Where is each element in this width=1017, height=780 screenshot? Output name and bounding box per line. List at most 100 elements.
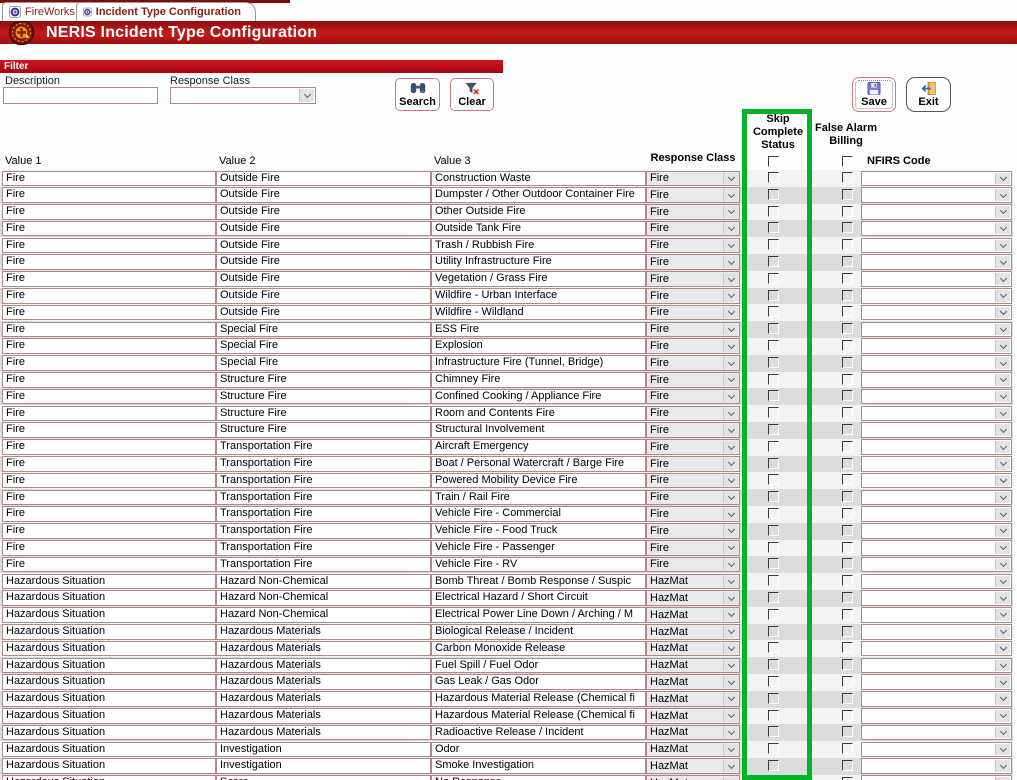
nfirs-code-select[interactable] — [861, 506, 1012, 522]
chevron-down-icon[interactable] — [723, 559, 738, 571]
nfirs-code-select[interactable] — [861, 355, 1012, 371]
response-class-select[interactable]: HazMat — [646, 691, 740, 707]
chevron-down-icon[interactable] — [723, 542, 738, 554]
value1-field[interactable]: Hazardous Situation — [2, 708, 216, 724]
false-alarm-checkbox[interactable] — [842, 726, 853, 737]
response-class-select[interactable]: Fire — [646, 439, 740, 455]
nfirs-code-select[interactable] — [861, 490, 1012, 506]
chevron-down-icon[interactable] — [723, 340, 738, 352]
nfirs-code-select[interactable] — [861, 389, 1012, 405]
description-input[interactable] — [3, 87, 158, 104]
chevron-down-icon[interactable] — [723, 475, 738, 487]
nfirs-code-select[interactable] — [861, 557, 1012, 573]
skip-complete-checkbox[interactable] — [768, 659, 779, 670]
nfirs-code-select[interactable] — [861, 708, 1012, 724]
value2-field[interactable]: Hazardous Materials — [216, 691, 431, 707]
chevron-down-icon[interactable] — [995, 223, 1010, 235]
nfirs-code-select[interactable] — [861, 691, 1012, 707]
false-alarm-checkbox[interactable] — [842, 374, 853, 385]
value2-field[interactable]: Hazard Non-Chemical — [216, 574, 431, 590]
nfirs-code-select[interactable] — [861, 422, 1012, 438]
value1-field[interactable]: Fire — [2, 540, 216, 556]
value3-field[interactable]: Dumpster / Other Outdoor Container Fire — [431, 187, 646, 203]
value2-field[interactable]: Scare — [216, 775, 431, 780]
chevron-down-icon[interactable] — [723, 676, 738, 688]
response-class-select[interactable]: Fire — [646, 171, 740, 187]
value1-field[interactable]: Hazardous Situation — [2, 775, 216, 780]
skip-complete-checkbox[interactable] — [768, 441, 779, 452]
value1-field[interactable]: Fire — [2, 523, 216, 539]
value1-field[interactable]: Fire — [2, 338, 216, 354]
response-class-select[interactable]: HazMat — [646, 708, 740, 724]
false-alarm-checkbox[interactable] — [842, 256, 853, 267]
chevron-down-icon[interactable] — [723, 273, 738, 285]
chevron-down-icon[interactable] — [995, 189, 1010, 201]
value1-field[interactable]: Fire — [2, 557, 216, 573]
value3-field[interactable]: ESS Fire — [431, 322, 646, 338]
nfirs-code-select[interactable] — [861, 171, 1012, 187]
chevron-down-icon[interactable] — [995, 592, 1010, 604]
value3-field[interactable]: Infrastructure Fire (Tunnel, Bridge) — [431, 355, 646, 371]
skip-complete-checkbox[interactable] — [768, 424, 779, 435]
value3-field[interactable]: Wildfire - Urban Interface — [431, 288, 646, 304]
chevron-down-icon[interactable] — [995, 173, 1010, 185]
response-class-select[interactable]: Fire — [646, 305, 740, 321]
value2-field[interactable]: Special Fire — [216, 322, 431, 338]
skip-complete-checkbox[interactable] — [768, 458, 779, 469]
value2-field[interactable]: Structure Fire — [216, 422, 431, 438]
value3-field[interactable]: Chimney Fire — [431, 372, 646, 388]
chevron-down-icon[interactable] — [723, 508, 738, 520]
false-alarm-checkbox[interactable] — [842, 642, 853, 653]
false-alarm-checkbox[interactable] — [842, 760, 853, 771]
value1-field[interactable]: Hazardous Situation — [2, 658, 216, 674]
value1-field[interactable]: Hazardous Situation — [2, 742, 216, 758]
value1-field[interactable]: Fire — [2, 406, 216, 422]
value3-field[interactable]: Construction Waste — [431, 171, 646, 187]
false-alarm-checkbox[interactable] — [842, 357, 853, 368]
chevron-down-icon[interactable] — [723, 626, 738, 638]
chevron-down-icon[interactable] — [723, 609, 738, 621]
nfirs-code-select[interactable] — [861, 288, 1012, 304]
chevron-down-icon[interactable] — [995, 374, 1010, 386]
value1-field[interactable]: Fire — [2, 456, 216, 472]
false-alarm-checkbox[interactable] — [842, 743, 853, 754]
value3-field[interactable]: Vehicle Fire - Passenger — [431, 540, 646, 556]
value2-field[interactable]: Outside Fire — [216, 171, 431, 187]
false-alarm-checkbox[interactable] — [842, 222, 853, 233]
false-alarm-checkbox[interactable] — [842, 323, 853, 334]
chevron-down-icon[interactable] — [995, 273, 1010, 285]
chevron-down-icon[interactable] — [995, 710, 1010, 722]
chevron-down-icon[interactable] — [723, 576, 738, 588]
response-class-select[interactable]: Fire — [646, 490, 740, 506]
value3-field[interactable]: Train / Rail Fire — [431, 490, 646, 506]
value2-field[interactable]: Outside Fire — [216, 204, 431, 220]
chevron-down-icon[interactable] — [723, 727, 738, 739]
chevron-down-icon[interactable] — [723, 357, 738, 369]
value2-field[interactable]: Transportation Fire — [216, 456, 431, 472]
nfirs-code-select[interactable] — [861, 725, 1012, 741]
skip-complete-checkbox[interactable] — [768, 474, 779, 485]
value1-field[interactable]: Fire — [2, 372, 216, 388]
chevron-down-icon[interactable] — [995, 307, 1010, 319]
false-alarm-checkbox[interactable] — [842, 693, 853, 704]
response-class-select[interactable]: Fire — [646, 523, 740, 539]
chevron-down-icon[interactable] — [723, 256, 738, 268]
nfirs-code-select[interactable] — [861, 523, 1012, 539]
nfirs-code-select[interactable] — [861, 775, 1012, 780]
skip-complete-checkbox[interactable] — [768, 676, 779, 687]
value3-field[interactable]: Wildfire - Wildland — [431, 305, 646, 321]
nfirs-code-select[interactable] — [861, 456, 1012, 472]
value1-field[interactable]: Fire — [2, 221, 216, 237]
skip-complete-checkbox[interactable] — [768, 206, 779, 217]
chevron-down-icon[interactable] — [995, 660, 1010, 672]
value3-field[interactable]: Vehicle Fire - RV — [431, 557, 646, 573]
response-class-select[interactable]: Fire — [646, 540, 740, 556]
chevron-down-icon[interactable] — [995, 508, 1010, 520]
response-class-select[interactable]: Fire — [646, 372, 740, 388]
chevron-down-icon[interactable] — [723, 693, 738, 705]
nfirs-code-select[interactable] — [861, 574, 1012, 590]
nfirs-code-select[interactable] — [861, 439, 1012, 455]
chevron-down-icon[interactable] — [723, 324, 738, 336]
chevron-down-icon[interactable] — [723, 424, 738, 436]
false-alarm-checkbox[interactable] — [842, 407, 853, 418]
